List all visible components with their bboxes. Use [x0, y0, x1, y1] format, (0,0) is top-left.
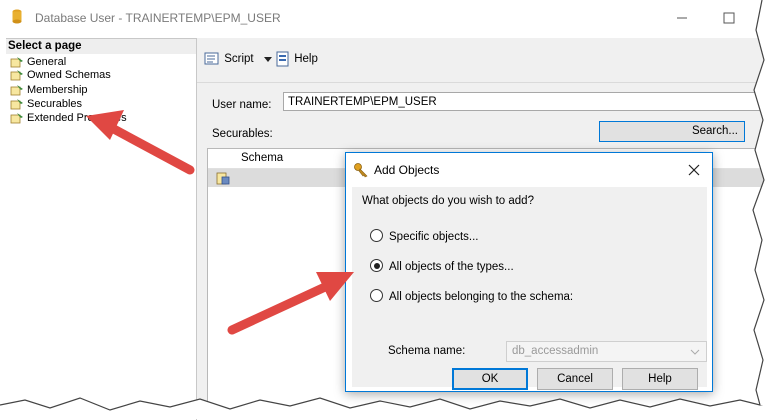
page-icon: [10, 99, 23, 110]
radio-label: All objects of the types...: [389, 261, 514, 273]
dialog-body: What objects do you wish to add? Specifi…: [352, 187, 707, 387]
help-icon: [276, 51, 289, 67]
username-field[interactable]: TRAINERTEMP\EPM_USER: [283, 92, 773, 111]
radio-specific-objects[interactable]: Specific objects...: [370, 229, 478, 245]
sidebar-item-label: Owned Schemas: [27, 69, 111, 81]
sidebar-item-label: General: [27, 56, 67, 68]
sidebar-item-owned-schemas[interactable]: Owned Schemas: [10, 69, 111, 82]
page-icon: [10, 85, 23, 96]
ok-button[interactable]: OK: [452, 368, 528, 390]
cancel-button[interactable]: Cancel: [537, 368, 613, 390]
database-icon: [12, 9, 22, 24]
script-label: Script: [224, 53, 254, 65]
help-button[interactable]: Help: [275, 50, 318, 68]
schema-name-value: db_accessadmin: [512, 345, 599, 357]
radio-all-objects-in-schema[interactable]: All objects belonging to the schema:: [370, 289, 573, 305]
dialog-title-bar: Add Objects: [346, 153, 712, 187]
maximize-icon[interactable]: [719, 8, 739, 28]
securable-icon: [216, 172, 230, 185]
sidebar-item-label: Securables: [27, 98, 83, 110]
sidebar-item-label: Extended Properties: [27, 112, 127, 124]
schema-name-select[interactable]: db_accessadmin: [506, 341, 707, 362]
title-bar: Database User - TRAINERTEMP\EPM_USER: [0, 0, 779, 38]
radio-all-objects-of-types[interactable]: All objects of the types...: [370, 259, 514, 275]
window-title: Database User - TRAINERTEMP\EPM_USER: [35, 11, 281, 25]
help-label: Help: [294, 53, 318, 65]
help-dialog-button[interactable]: Help: [622, 368, 698, 390]
dropdown-arrow-icon[interactable]: [263, 55, 273, 63]
sidebar-item-label: Membership: [27, 84, 88, 96]
sidebar-item-securables[interactable]: Securables: [10, 98, 82, 111]
sidebar-item-general[interactable]: General: [10, 56, 66, 69]
radio-button[interactable]: [370, 259, 383, 273]
radio-button[interactable]: [370, 229, 383, 243]
search-button[interactable]: Search...: [599, 121, 745, 142]
script-icon: [204, 52, 219, 65]
sidebar-item-membership[interactable]: Membership: [10, 84, 88, 97]
chevron-down-icon: [690, 349, 700, 355]
select-page-header: Select a page: [6, 39, 196, 54]
schema-name-label: Schema name:: [388, 345, 466, 357]
page-icon: [10, 57, 23, 68]
column-header-schema[interactable]: Schema: [241, 152, 283, 164]
sidebar-item-extended-properties[interactable]: Extended Properties: [10, 112, 127, 125]
script-button[interactable]: Script: [203, 50, 273, 68]
keys-icon: [354, 163, 368, 178]
toolbar: Script Help: [197, 38, 779, 83]
username-label: User name:: [212, 99, 272, 111]
page-selector-panel: Select a page General Owned Schemas Memb…: [6, 38, 197, 420]
securables-label: Securables:: [212, 128, 273, 140]
page-icon: [10, 70, 23, 81]
page-icon: [10, 113, 23, 124]
radio-label: All objects belonging to the schema:: [389, 291, 574, 303]
close-icon[interactable]: [686, 162, 702, 178]
radio-label: Specific objects...: [389, 231, 479, 243]
dialog-title: Add Objects: [374, 163, 440, 177]
dialog-question: What objects do you wish to add?: [362, 195, 534, 207]
radio-button[interactable]: [370, 289, 383, 303]
minimize-icon[interactable]: [672, 8, 692, 28]
add-objects-dialog: Add Objects What objects do you wish to …: [345, 152, 713, 392]
